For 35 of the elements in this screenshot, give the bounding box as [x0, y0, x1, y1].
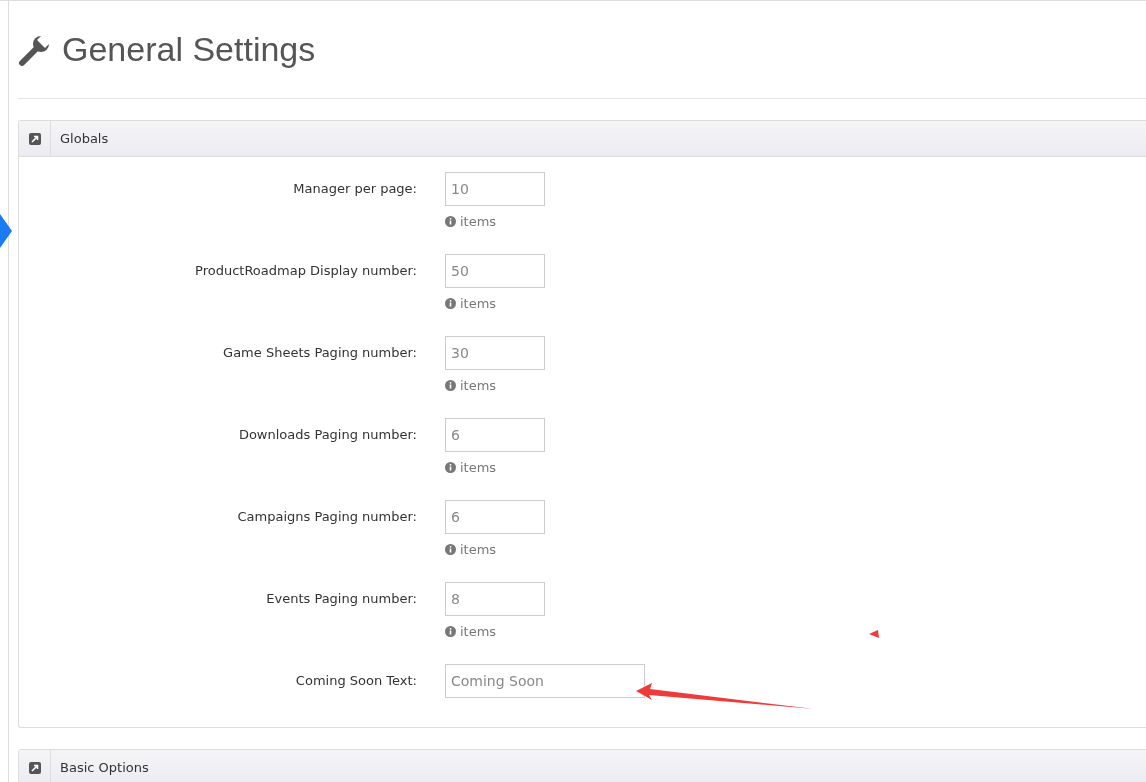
triangle-annotation [869, 630, 879, 638]
panel-header[interactable]: Basic Options [19, 750, 1146, 782]
input-field[interactable]: 6 [445, 418, 545, 452]
help-text: items [460, 377, 497, 393]
input-field[interactable]: 50 [445, 254, 545, 288]
input-field[interactable]: 8 [445, 582, 545, 616]
expand-icon [28, 132, 41, 145]
info-icon [445, 461, 456, 473]
help-text: items [460, 541, 497, 557]
field-label: ProductRoadmap Display number: [194, 262, 417, 280]
field-label: Game Sheets Paging number: [222, 344, 417, 362]
input-field[interactable]: 6 [445, 500, 545, 534]
help-text: items [460, 213, 497, 229]
help-text: items [460, 459, 497, 475]
field-label: Events Paging number: [265, 590, 417, 608]
input-field[interactable]: 10 [445, 172, 545, 206]
info-icon [445, 379, 456, 391]
expand-icon [28, 761, 41, 774]
info-icon [445, 543, 456, 555]
panel-title: Globals [59, 131, 109, 146]
panel-title: Basic Options [59, 760, 149, 775]
help-text: items [460, 295, 497, 311]
field-label: Downloads Paging number: [237, 426, 417, 444]
field-label: Coming Soon Text: [294, 672, 417, 690]
field-label: Manager per page: [292, 180, 417, 198]
help-text: items [460, 623, 497, 639]
info-icon [445, 215, 456, 227]
field-label: Campaigns Paging number: [236, 508, 417, 526]
panel-header[interactable]: Globals [19, 121, 1146, 157]
input-field[interactable]: 30 [445, 336, 545, 370]
pointer-icon [0, 214, 12, 248]
input-field[interactable]: Coming Soon [445, 664, 645, 698]
info-icon [445, 297, 456, 309]
info-icon [445, 625, 456, 637]
page-title: General Settings [62, 30, 316, 69]
